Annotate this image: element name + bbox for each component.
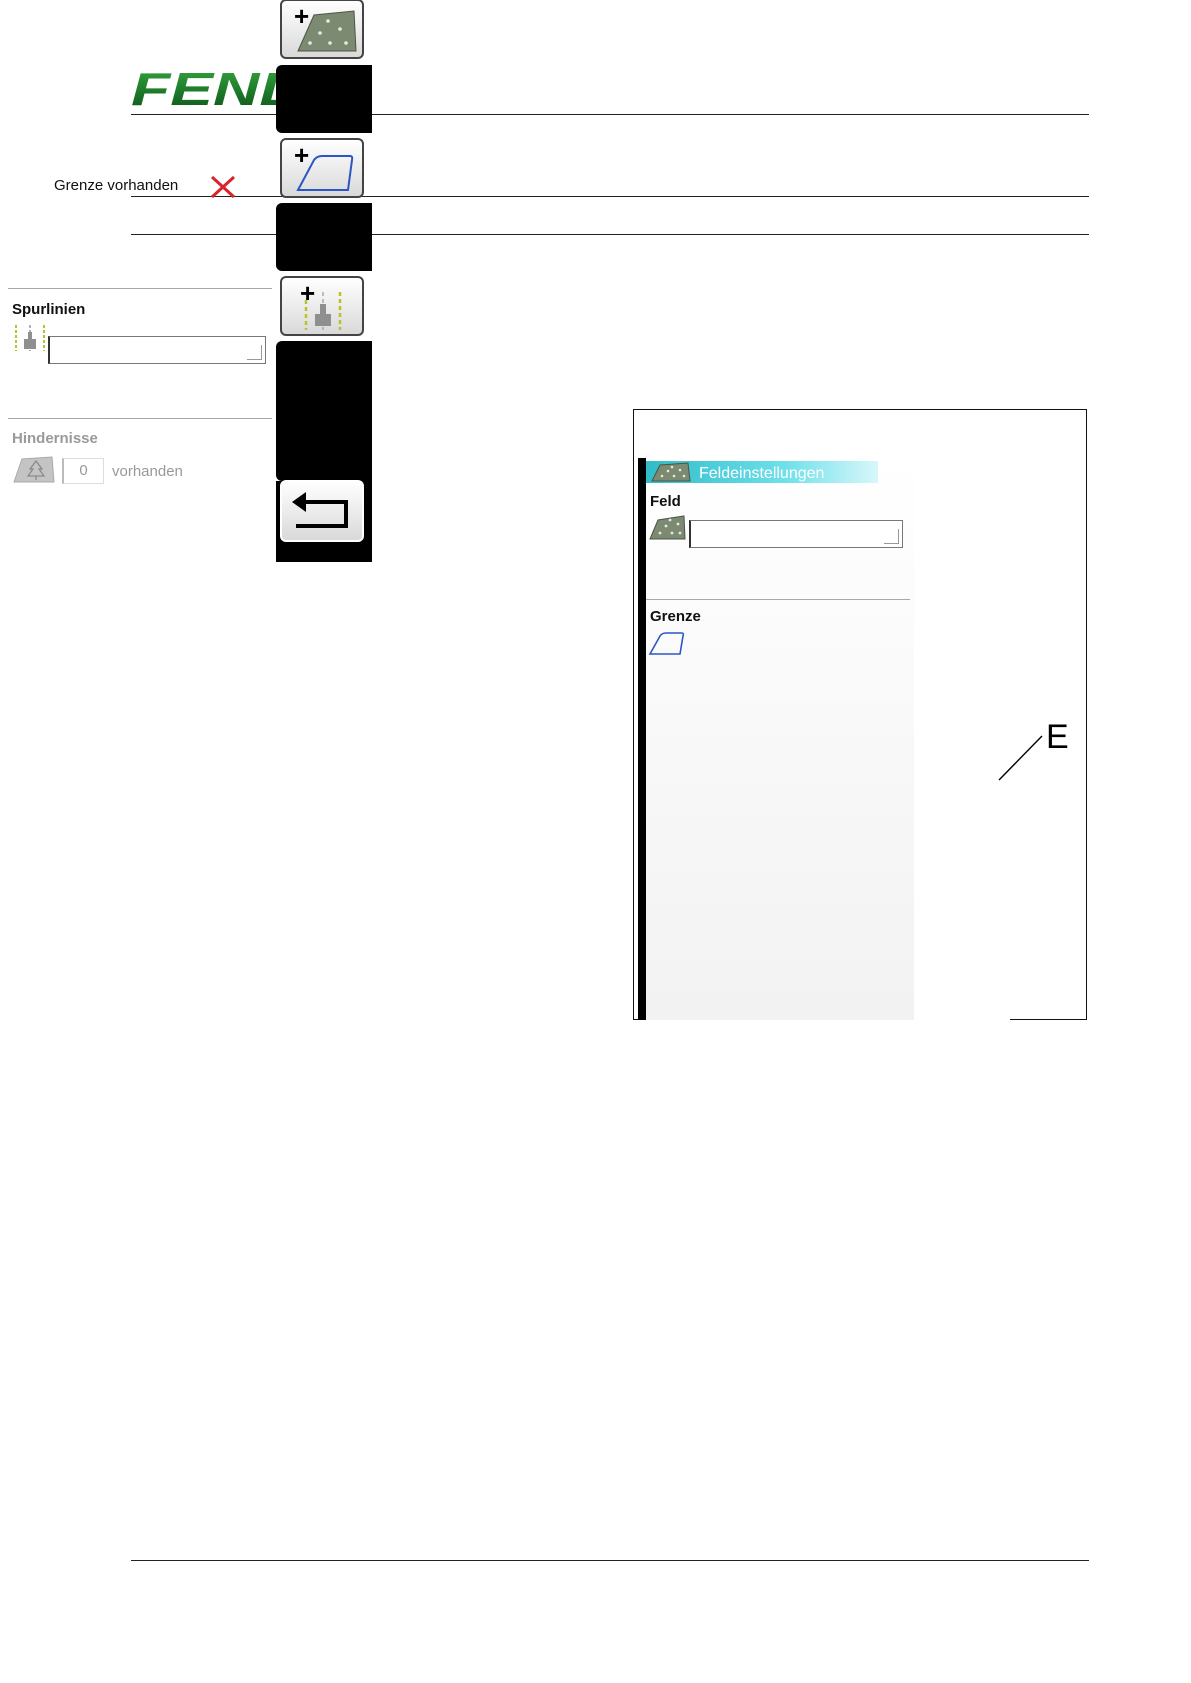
hindernisse-count: 0: [62, 458, 104, 484]
footer-rule: [131, 1560, 1089, 1561]
delete-x-icon[interactable]: [209, 174, 237, 200]
separator: [646, 599, 910, 600]
back-arrow-icon: [292, 492, 348, 528]
screen-left-edge: [638, 458, 646, 1020]
screen-title: Feldeinstellungen: [699, 465, 825, 482]
field-icon: [648, 514, 686, 540]
feld-label: Feld: [650, 493, 681, 510]
grenze-status: Grenze vorhanden: [54, 177, 179, 194]
svg-text:+: +: [294, 1, 309, 31]
back-button[interactable]: [280, 480, 364, 542]
header-rule: [131, 114, 1089, 115]
grenze-label: Grenze: [650, 608, 701, 625]
dropdown-corner-icon: [884, 529, 899, 544]
softkey-blank: [276, 203, 372, 271]
section-rule-bottom: [131, 234, 1089, 235]
title-bar: Feldeinstellungen: [646, 461, 878, 483]
hindernisse-suffix: vorhanden: [112, 463, 183, 480]
field-icon: [648, 462, 692, 482]
tracklines-icon: [13, 323, 49, 353]
terminal-screen: Feldeinstellungen Feld Grenze: [638, 458, 1010, 1020]
softkey-blank: [276, 65, 372, 133]
separator: [8, 418, 272, 419]
softkey-column: [914, 458, 1010, 1020]
obstacle-icon: [12, 455, 56, 483]
boundary-icon: [648, 630, 686, 656]
separator: [8, 288, 272, 289]
svg-text:+: +: [294, 140, 309, 170]
callout-label-e: E: [1046, 718, 1069, 756]
spurlinien-label: Spurlinien: [12, 301, 86, 318]
add-tracklines-button[interactable]: +: [280, 276, 364, 336]
feld-input[interactable]: [689, 520, 903, 548]
section-rule-top: [131, 196, 1089, 197]
softkey-blank: [276, 341, 372, 481]
hindernisse-label: Hindernisse: [12, 430, 98, 447]
spurlinien-input[interactable]: [48, 336, 266, 364]
add-field-button[interactable]: +: [280, 0, 364, 59]
dropdown-corner-icon: [247, 345, 262, 360]
svg-text:+: +: [300, 278, 315, 308]
add-boundary-button[interactable]: +: [280, 138, 364, 198]
